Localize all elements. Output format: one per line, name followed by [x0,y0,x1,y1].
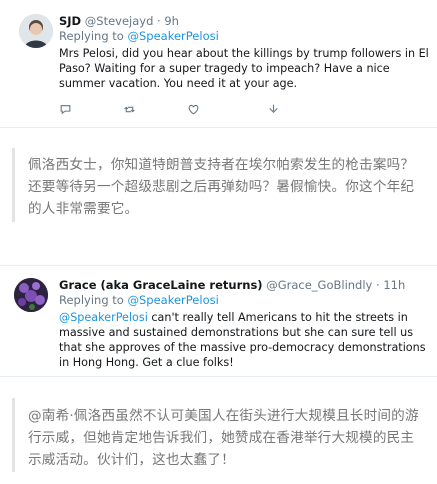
replying-to: Replying to @SpeakerPelosi [59,29,429,44]
replying-to-link[interactable]: @SpeakerPelosi [128,293,219,307]
tweet-body: Grace (aka GraceLaine returns) @Grace_Go… [59,277,429,370]
tweet-body: SJD @Stevejayd · 9h Replying to @Speaker… [59,13,429,91]
more-icon [269,104,278,113]
tweet-time[interactable]: 11h [383,278,405,292]
author-handle[interactable]: @Grace_GoBlindly [266,278,372,292]
more-button[interactable] [267,101,280,120]
tweet-actions [59,101,289,117]
tweet-header: SJD @Stevejayd · 9h [59,13,429,29]
translation-caption-1: 佩洛西女士，你知道特朗普支持者在埃尔帕索发生的枪击案吗？还要等待另一个超级悲剧之… [28,157,415,217]
caption-quote-bar [12,398,15,472]
caption-quote-bar [12,148,15,222]
author-name[interactable]: SJD [59,14,81,28]
like-button[interactable] [187,103,251,116]
mention-link[interactable]: @SpeakerPelosi [59,311,148,324]
tweet-time[interactable]: 9h [164,14,179,28]
author-name[interactable]: Grace (aka GraceLaine returns) [59,278,263,292]
translation-caption-2: @南希·佩洛西虽然不认可美国人在街头进行大规模且长时间的游行示威，但她肯定地告诉… [28,408,419,468]
replying-to: Replying to @SpeakerPelosi [59,293,429,308]
retweet-button[interactable] [123,103,187,116]
tweet-card-grace[interactable]: Grace (aka GraceLaine returns) @Grace_Go… [0,265,437,377]
tweet-text: Mrs Pelosi, did you hear about the killi… [59,47,429,90]
tweet-text: @SpeakerPelosi can't really tell America… [59,310,429,370]
tweet-card-sjd[interactable]: SJD @Stevejayd · 9h Replying to @Speaker… [0,0,437,128]
avatar-grace[interactable] [14,278,48,312]
author-handle[interactable]: @Stevejayd [85,14,154,28]
like-icon [188,104,199,114]
retweet-icon [124,106,135,112]
tweet-header: Grace (aka GraceLaine returns) @Grace_Go… [59,277,429,293]
replying-prefix: Replying to [59,293,124,307]
separator-dot: · [157,14,161,28]
replying-to-link[interactable]: @SpeakerPelosi [128,29,219,43]
reply-icon [60,104,71,114]
replying-prefix: Replying to [59,29,124,43]
reply-button[interactable] [59,103,123,116]
separator-dot: · [376,278,380,292]
avatar-sjd[interactable] [19,14,53,48]
